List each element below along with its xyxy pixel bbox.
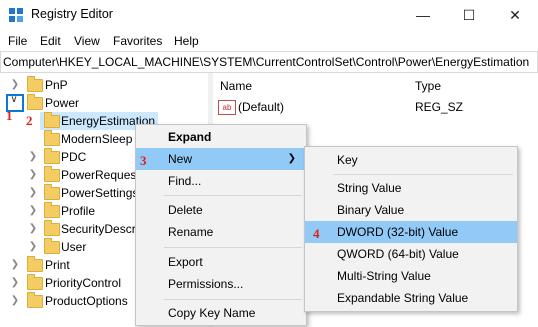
chevron-right-icon[interactable]: ❯ — [27, 220, 39, 238]
context-menu: Expand New ❯ 3 Find... Delete Rename Exp… — [135, 124, 307, 326]
folder-icon — [44, 130, 60, 146]
menu-label: Copy Key Name — [168, 306, 256, 320]
menu-separator — [164, 195, 302, 196]
submenu-item-multi-string-value[interactable]: Multi-String Value — [305, 265, 517, 287]
tree-label: Power — [45, 96, 80, 110]
close-button[interactable]: ✕ — [492, 0, 538, 30]
step-3-label: 3 — [140, 153, 147, 168]
menu-bar: File Edit View Favorites Help — [0, 31, 538, 51]
chevron-right-icon[interactable]: ❯ — [27, 184, 39, 202]
string-value-icon: ab — [218, 100, 236, 115]
column-header-type[interactable]: Type — [415, 79, 441, 93]
menu-item-export[interactable]: Export — [136, 251, 306, 273]
folder-icon — [27, 256, 43, 272]
tree-label: Profile — [61, 204, 96, 218]
folder-icon — [44, 220, 60, 236]
menu-item-permissions[interactable]: Permissions... — [136, 273, 306, 295]
value-name: (Default) — [238, 100, 285, 114]
tree-label: ProductOptions — [45, 294, 128, 308]
menu-item-expand[interactable]: Expand — [136, 126, 306, 148]
menu-label: Binary Value — [337, 203, 405, 217]
tree-label: PDC — [61, 150, 87, 164]
tree-label: ModernSleep — [61, 132, 133, 146]
step-4-label: 4 — [313, 226, 320, 241]
tree-label: PowerRequest — [61, 168, 140, 182]
menu-label: Rename — [168, 225, 214, 239]
menu-view[interactable]: View — [74, 34, 100, 48]
menu-separator — [164, 247, 302, 248]
folder-icon — [44, 166, 60, 182]
tree-item-pnp[interactable]: ❯ PnP — [0, 76, 208, 94]
chevron-right-icon[interactable]: ❯ — [27, 166, 39, 184]
folder-icon — [27, 274, 43, 290]
menu-help[interactable]: Help — [174, 34, 199, 48]
menu-label: QWORD (64-bit) Value — [337, 247, 459, 261]
chevron-right-icon[interactable]: ❯ — [27, 148, 39, 166]
submenu-item-dword-value[interactable]: DWORD (32-bit) Value — [305, 221, 517, 243]
folder-icon — [44, 202, 60, 218]
folder-icon — [44, 184, 60, 200]
address-bar[interactable]: Computer\HKEY_LOCAL_MACHINE\SYSTEM\Curre… — [0, 51, 538, 73]
menu-label: Find... — [168, 174, 202, 188]
chevron-right-icon[interactable]: ❯ — [9, 256, 21, 274]
menu-separator — [333, 174, 513, 175]
value-type: REG_SZ — [415, 100, 464, 114]
menu-item-rename[interactable]: Rename — [136, 221, 306, 243]
menu-item-delete[interactable]: Delete — [136, 199, 306, 221]
menu-label: New — [168, 152, 193, 166]
tree-label: PriorityControl — [45, 276, 122, 290]
menu-edit[interactable]: Edit — [40, 34, 61, 48]
folder-icon — [44, 112, 60, 128]
submenu-item-expandable-string-value[interactable]: Expandable String Value — [305, 287, 517, 309]
chevron-right-icon[interactable]: ❯ — [9, 274, 21, 292]
tree-label: SecurityDescr — [61, 222, 136, 236]
tree-label: User — [61, 240, 87, 254]
submenu-item-qword-value[interactable]: QWORD (64-bit) Value — [305, 243, 517, 265]
menu-label: String Value — [337, 181, 402, 195]
maximize-button[interactable]: ☐ — [446, 0, 492, 30]
tree-item-power[interactable]: Power — [0, 94, 208, 112]
tree-label: PnP — [45, 78, 68, 92]
folder-icon — [27, 94, 43, 110]
chevron-right-icon: ❯ — [287, 153, 296, 164]
tree-label: Print — [45, 258, 70, 272]
submenu-item-key[interactable]: Key — [305, 149, 517, 171]
registry-editor-icon — [9, 8, 23, 22]
menu-label: Delete — [168, 203, 203, 217]
menu-file[interactable]: File — [8, 34, 27, 48]
window-title: Registry Editor — [31, 7, 113, 21]
menu-favorites[interactable]: Favorites — [113, 34, 162, 48]
menu-label: Multi-String Value — [337, 269, 431, 283]
folder-icon — [27, 292, 43, 308]
address-path: Computer\HKEY_LOCAL_MACHINE\SYSTEM\Curre… — [3, 55, 530, 69]
folder-icon — [27, 76, 43, 92]
chevron-right-icon[interactable]: ❯ — [27, 238, 39, 256]
menu-item-find[interactable]: Find... — [136, 170, 306, 192]
new-submenu: Key String Value Binary Value DWORD (32-… — [304, 146, 518, 312]
menu-separator — [164, 299, 302, 300]
chevron-right-icon[interactable]: ❯ — [9, 76, 21, 94]
submenu-item-string-value[interactable]: String Value — [305, 177, 517, 199]
column-header-name[interactable]: Name — [220, 79, 252, 93]
chevron-right-icon[interactable]: ❯ — [9, 292, 21, 310]
folder-icon — [44, 148, 60, 164]
menu-label: Expand — [168, 130, 212, 144]
title-bar: Registry Editor — ☐ ✕ — [0, 0, 538, 30]
tree-label: PowerSettings — [61, 186, 139, 200]
minimize-button[interactable]: — — [400, 0, 446, 30]
menu-label: Export — [168, 255, 203, 269]
menu-item-new[interactable]: New ❯ — [136, 148, 306, 170]
folder-icon — [44, 238, 60, 254]
submenu-item-binary-value[interactable]: Binary Value — [305, 199, 517, 221]
menu-label: Permissions... — [168, 277, 244, 291]
chevron-right-icon[interactable]: ❯ — [27, 202, 39, 220]
menu-label: DWORD (32-bit) Value — [337, 225, 459, 239]
menu-label: Expandable String Value — [337, 291, 469, 305]
value-row[interactable]: ab (Default) REG_SZ — [218, 98, 528, 116]
menu-item-copy-key-name[interactable]: Copy Key Name — [136, 302, 306, 324]
menu-label: Key — [337, 153, 358, 167]
